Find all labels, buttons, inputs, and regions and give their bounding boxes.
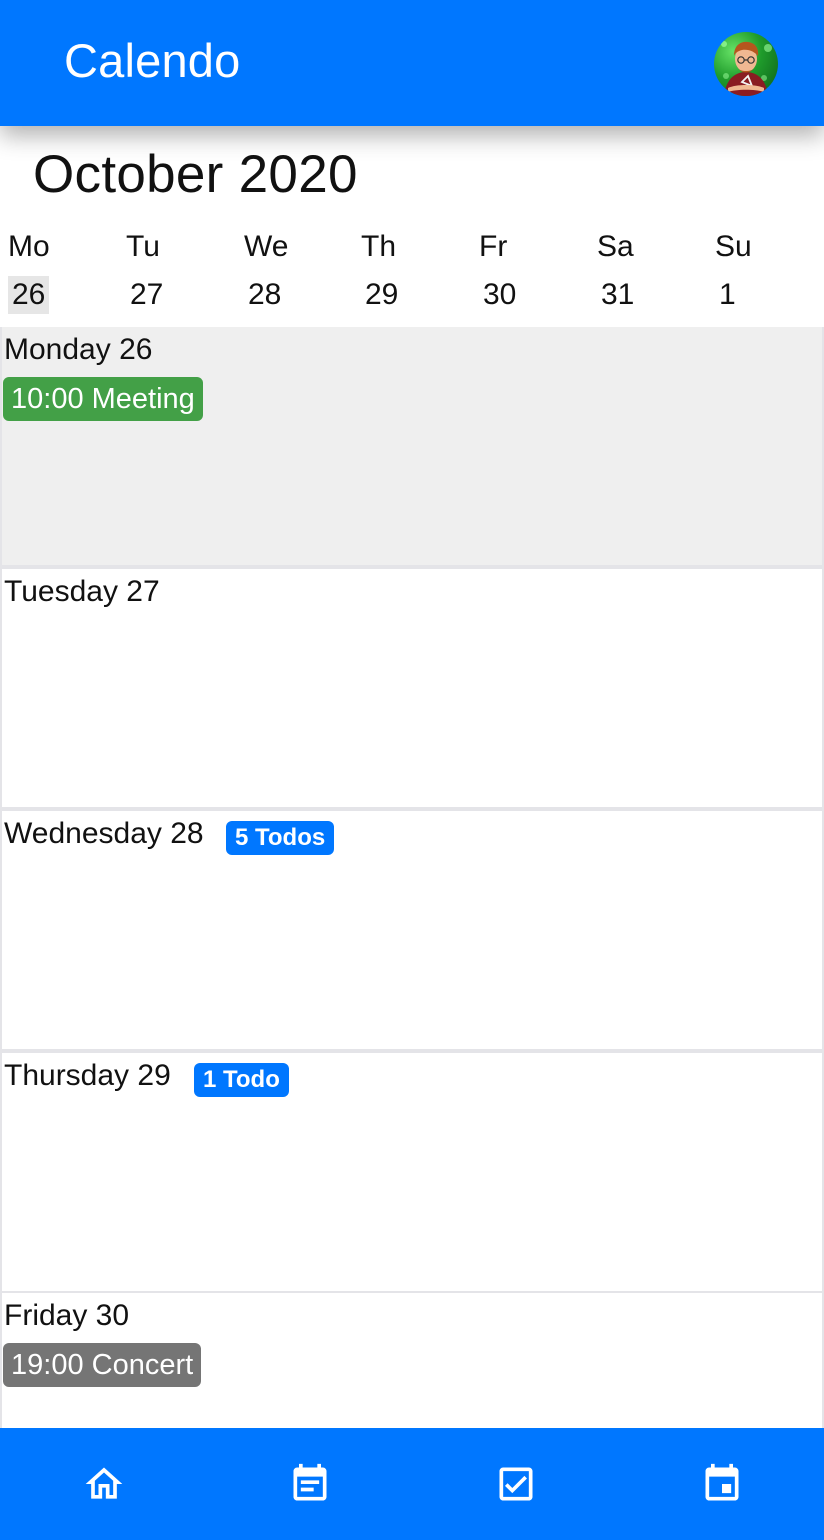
checkbox-icon [499, 1467, 533, 1501]
week-day-th[interactable]: Th 29 [361, 228, 471, 320]
nav-today-button[interactable] [696, 1458, 748, 1510]
weekday-date: 28 [248, 278, 282, 311]
weekday-date-selected: 26 [8, 276, 50, 314]
todo-count-badge[interactable]: 5 Todos [226, 821, 335, 855]
day-heading: Tuesday 27 [4, 575, 160, 608]
home-icon [85, 1467, 123, 1499]
day-card-monday[interactable]: Monday 26 10:00 Meeting [2, 327, 822, 565]
week-day-su[interactable]: Su 1 [715, 228, 824, 320]
week-strip: Mo 26 Tu 27 We 28 Th 29 Fr 30 Sa 31 Su 1 [0, 228, 824, 320]
weekday-date: 29 [365, 278, 399, 311]
day-heading: Monday 26 [4, 333, 153, 366]
day-list: Monday 26 10:00 Meeting Tuesday 27 Wedne… [0, 327, 824, 1428]
todo-count-badge[interactable]: 1 Todo [194, 1063, 289, 1097]
user-avatar[interactable] [714, 32, 778, 96]
weekday-date: 30 [483, 278, 517, 311]
week-day-tu[interactable]: Tu 27 [126, 228, 236, 320]
nav-home-button[interactable] [78, 1458, 130, 1510]
weekday-name: Fr [479, 230, 508, 263]
day-heading: Wednesday 28 [4, 817, 204, 850]
day-card-tuesday[interactable]: Tuesday 27 [2, 569, 822, 807]
day-card-thursday[interactable]: Thursday 29 1 Todo [2, 1053, 822, 1291]
weekday-name: We [244, 230, 289, 263]
nav-todos-button[interactable] [490, 1458, 542, 1510]
weekday-name: Sa [597, 230, 634, 263]
event-chip-meeting[interactable]: 10:00 Meeting [3, 377, 203, 421]
app-root: Calendo October 2020 Mo 26 Tu 27 We 28 T… [0, 0, 824, 1540]
month-title: October 2020 [33, 145, 358, 204]
calendar-agenda-icon [293, 1463, 327, 1501]
event-chip-concert[interactable]: 19:00 Concert [3, 1343, 202, 1387]
app-title: Calendo [64, 34, 241, 87]
weekday-name: Su [715, 230, 752, 263]
weekday-name: Tu [126, 230, 160, 263]
day-card-wednesday[interactable]: Wednesday 28 5 Todos [2, 811, 822, 1049]
avatar-illustration [721, 41, 772, 96]
weekday-name: Mo [8, 230, 50, 263]
calendar-today-icon [705, 1463, 739, 1501]
weekday-name: Th [361, 230, 397, 263]
nav-agenda-button[interactable] [284, 1458, 336, 1510]
week-day-sa[interactable]: Sa 31 [597, 228, 707, 320]
week-day-fr[interactable]: Fr 30 [479, 228, 589, 320]
weekday-date: 1 [719, 278, 736, 311]
day-heading: Thursday 29 [4, 1059, 171, 1092]
day-card-friday[interactable]: Friday 30 19:00 Concert [2, 1293, 822, 1428]
week-day-mo[interactable]: Mo 26 [8, 228, 118, 320]
week-day-we[interactable]: We 28 [244, 228, 354, 320]
day-heading: Friday 30 [4, 1299, 130, 1332]
top-app-bar: Calendo [0, 0, 824, 126]
weekday-date: 27 [130, 278, 164, 311]
weekday-date: 31 [601, 278, 635, 311]
bottom-navigation [0, 1428, 824, 1540]
